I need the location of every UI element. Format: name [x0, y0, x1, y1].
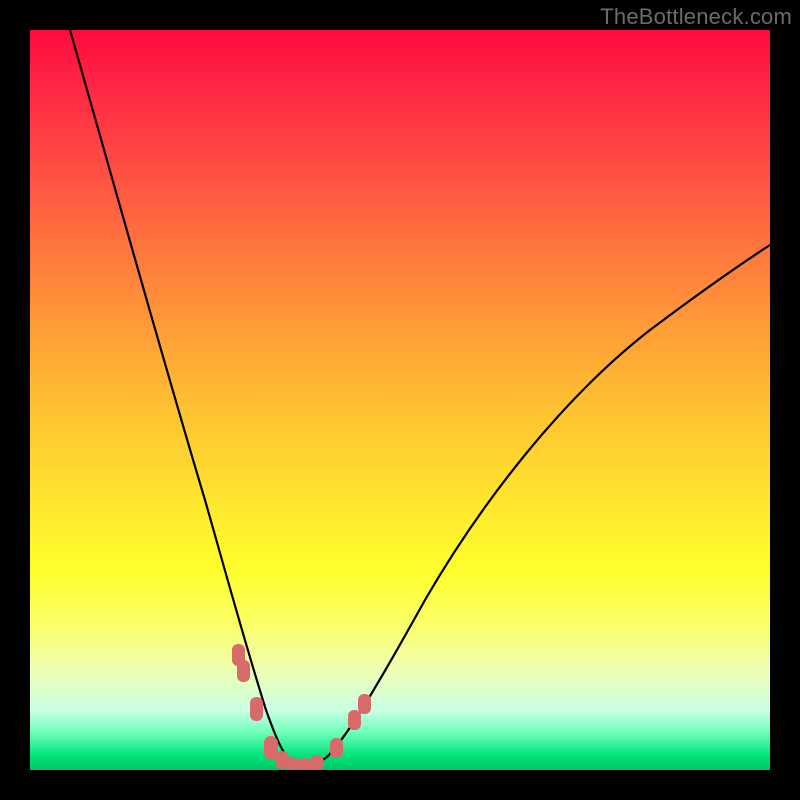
- bottleneck-curve: [70, 30, 770, 766]
- marker-right-3: [358, 694, 371, 714]
- marker-right-1: [330, 738, 343, 758]
- plot-area: [30, 30, 770, 770]
- marker-bottom-5: [310, 755, 324, 770]
- marker-bottom-4: [298, 758, 312, 770]
- marker-left-3: [250, 697, 263, 721]
- marker-right-2: [348, 710, 361, 730]
- watermark-text: TheBottleneck.com: [600, 4, 792, 30]
- marker-left-2: [237, 660, 250, 682]
- chart-frame: TheBottleneck.com: [0, 0, 800, 800]
- curve-svg: [30, 30, 770, 770]
